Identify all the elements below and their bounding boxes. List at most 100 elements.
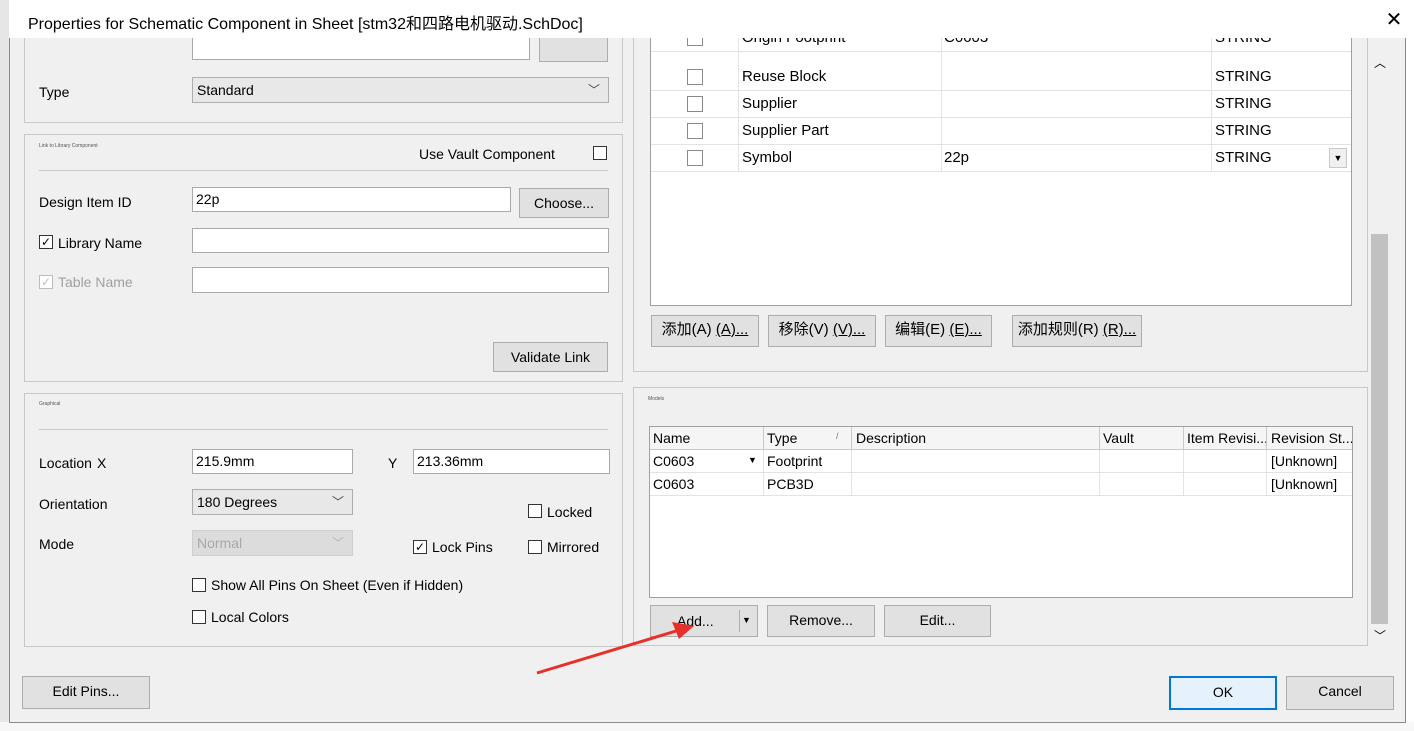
background-window-bottom — [0, 722, 1414, 731]
model-revision-status: [Unknown] — [1271, 453, 1338, 469]
col-header-item-revision[interactable]: Item Revisi... — [1187, 430, 1268, 446]
graphical-group — [24, 393, 623, 647]
lock-pins-checkbox[interactable]: ✓ — [413, 540, 427, 554]
col-header-revision-status[interactable]: Revision St... — [1271, 430, 1352, 446]
chevron-down-icon: ﹀ — [331, 495, 344, 509]
edit-parameter-button[interactable]: 编辑(E) (E)... — [885, 315, 992, 347]
table-name-checkbox: ✓ — [39, 275, 53, 289]
col-header-vault[interactable]: Vault — [1103, 430, 1134, 446]
edit-parameter-hotkey: (E)... — [949, 321, 982, 338]
edit-pins-button[interactable]: Edit Pins... — [22, 676, 150, 709]
close-button[interactable]: ✕ — [1379, 6, 1409, 32]
validate-link-button[interactable]: Validate Link — [493, 342, 608, 372]
parameter-type: STRING — [1215, 68, 1272, 85]
parameter-type: STRING — [1215, 95, 1272, 112]
add-parameter-button[interactable]: 添加(A) (A)... — [651, 315, 759, 347]
location-x-field[interactable]: 215.9mm — [192, 449, 353, 474]
library-name-field[interactable] — [192, 228, 609, 253]
location-label: Location — [39, 455, 92, 471]
location-y-field[interactable]: 213.36mm — [413, 449, 610, 474]
model-type: Footprint — [767, 453, 823, 469]
parameter-name: Origin Footprint — [742, 38, 845, 46]
parameter-visible-checkbox[interactable] — [687, 123, 703, 139]
type-value: Standard — [197, 82, 254, 98]
show-all-pins-checkbox[interactable] — [192, 578, 206, 592]
y-label: Y — [388, 455, 398, 471]
col-header-type[interactable]: Type — [767, 430, 797, 446]
parameter-visible-checkbox[interactable] — [687, 150, 703, 166]
grid-col-divider — [1183, 473, 1184, 496]
grid-col-divider — [1099, 473, 1100, 496]
model-name: C0603 — [653, 453, 695, 469]
model-name: C0603 — [653, 476, 695, 492]
remove-model-button[interactable]: Remove... — [767, 605, 875, 637]
use-vault-checkbox[interactable] — [593, 146, 607, 160]
library-link-divider — [39, 170, 608, 171]
dropdown-arrow-icon[interactable]: ▼ — [742, 606, 751, 634]
orientation-label: Orientation — [39, 496, 108, 512]
mirrored-checkbox[interactable] — [528, 540, 542, 554]
vertical-scrollbar[interactable]: ︿ ﹀ — [1370, 52, 1389, 646]
model-row[interactable]: C0603 ▼ Footprint [Unknown] — [650, 450, 1352, 473]
add-rule-button[interactable]: 添加规则(R) (R)... — [1012, 315, 1142, 347]
scroll-up-icon[interactable]: ︿ — [1374, 54, 1386, 71]
parameter-row-partial[interactable]: Origin Footprint C0603 STRING — [651, 38, 1351, 52]
parameter-row[interactable]: Reuse Block STRING — [651, 64, 1351, 91]
choose-button[interactable]: Choose... — [519, 188, 609, 218]
parameter-visible-checkbox[interactable] — [687, 69, 703, 85]
type-select[interactable]: Standard ﹀ — [192, 77, 609, 103]
models-group-title: Models — [648, 396, 665, 402]
orientation-select[interactable]: 180 Degrees ﹀ — [192, 489, 353, 515]
design-item-field[interactable]: 22p — [192, 187, 511, 212]
add-model-button[interactable]: Add... ▼ — [650, 605, 758, 637]
model-row[interactable]: C0603 PCB3D [Unknown] — [650, 473, 1352, 496]
ok-button[interactable]: OK — [1169, 676, 1277, 710]
edit-parameter-label: 编辑(E) — [895, 321, 946, 338]
comment-field[interactable] — [192, 38, 530, 60]
parameter-visible-checkbox[interactable] — [687, 38, 703, 46]
lock-pins-label: Lock Pins — [432, 539, 493, 555]
locked-checkbox[interactable] — [528, 504, 542, 518]
model-name-dropdown-icon[interactable]: ▼ — [748, 455, 757, 465]
mode-label: Mode — [39, 536, 75, 552]
grid-col-divider — [851, 473, 852, 496]
library-name-label: Library Name — [58, 235, 143, 251]
grid-col-divider — [1183, 450, 1184, 473]
graphical-group-title: Graphical — [39, 401, 61, 407]
col-divider — [1183, 427, 1184, 449]
parameter-row[interactable]: Supplier STRING — [651, 91, 1351, 118]
cancel-button[interactable]: Cancel — [1286, 676, 1394, 710]
scrollbar-thumb[interactable] — [1371, 234, 1388, 624]
parameter-type: STRING — [1215, 149, 1272, 166]
mirrored-label: Mirrored — [547, 539, 600, 555]
model-type: PCB3D — [767, 476, 814, 492]
col-divider — [763, 427, 764, 449]
grid-col-divider — [763, 450, 764, 473]
model-revision-status: [Unknown] — [1271, 476, 1338, 492]
table-name-field[interactable] — [192, 267, 609, 293]
local-colors-checkbox[interactable] — [192, 610, 206, 624]
parameters-grid: Origin Footprint C0603 STRING Reuse Bloc… — [650, 38, 1352, 306]
col-header-description[interactable]: Description — [856, 430, 926, 446]
add-parameter-hotkey: (A)... — [715, 321, 749, 338]
col-divider — [1266, 427, 1267, 449]
col-header-name[interactable]: Name — [653, 430, 690, 446]
col-divider — [1099, 427, 1100, 449]
dialog-title: Properties for Schematic Component in Sh… — [28, 16, 583, 33]
parameter-row[interactable]: Supplier Part STRING — [651, 118, 1351, 145]
parameter-row[interactable]: Symbol 22p STRING ▼ — [651, 145, 1351, 172]
type-dropdown-button[interactable]: ▼ — [1329, 148, 1347, 168]
parameter-name: Symbol — [742, 149, 793, 166]
library-name-checkbox[interactable]: ✓ — [39, 235, 53, 249]
scroll-down-icon[interactable]: ﹀ — [1374, 627, 1386, 644]
parameter-visible-checkbox[interactable] — [687, 96, 703, 112]
comment-options-button[interactable] — [539, 38, 608, 62]
remove-parameter-hotkey: (V)... — [832, 321, 866, 338]
design-item-label: Design Item ID — [39, 194, 132, 210]
remove-parameter-button[interactable]: 移除(V) (V)... — [768, 315, 876, 347]
table-name-label: Table Name — [58, 274, 133, 290]
locked-label: Locked — [547, 504, 593, 520]
grid-col-divider — [763, 473, 764, 496]
parameter-type: STRING — [1215, 38, 1272, 46]
edit-model-button[interactable]: Edit... — [884, 605, 991, 637]
